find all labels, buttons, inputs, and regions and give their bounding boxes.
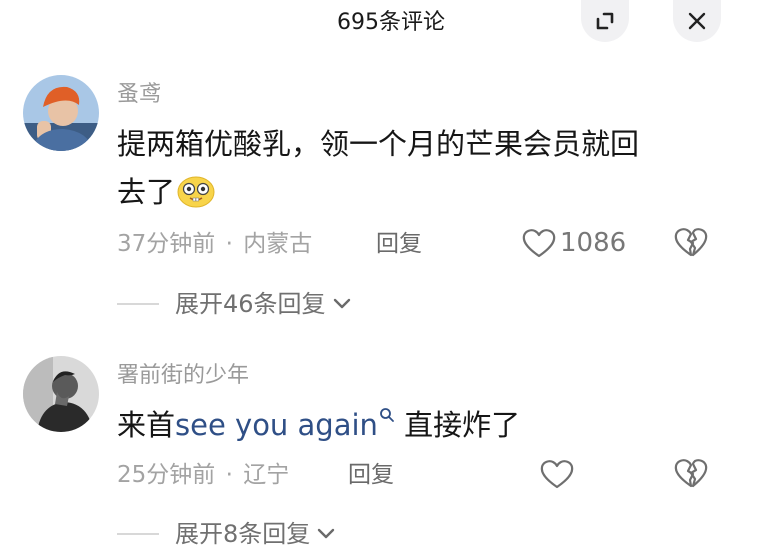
comment-username[interactable]: 蚤鸢 [117, 80, 161, 110]
chevron-down-icon [318, 528, 335, 539]
heart-icon [540, 460, 574, 489]
expand-replies-label: 展开46条回复 [175, 290, 326, 318]
meta-separator: · [225, 231, 233, 257]
divider [117, 303, 159, 305]
reply-button[interactable]: 回复 [376, 228, 422, 260]
divider [117, 533, 159, 535]
like-count: 1086 [560, 228, 627, 258]
comment-meta: 37分钟前 · 内蒙古 [117, 228, 312, 260]
emoji-face-icon [177, 174, 215, 222]
broken-heart-icon [674, 228, 708, 257]
expand-replies-button[interactable]: 展开8条回复 [117, 518, 336, 549]
comments-panel: 695条评论 蚤鸢 提两箱优酸乳，领一个月的芒果会员就回 去了 37分钟前 · … [0, 0, 782, 549]
comment-meta: 25分钟前 · 辽宁 [117, 459, 289, 491]
comment-text: 来首see you again 直接炸了 [117, 407, 521, 442]
expand-icon [596, 12, 614, 30]
dislike-button[interactable] [674, 457, 708, 491]
reply-button[interactable]: 回复 [348, 459, 394, 491]
avatar[interactable] [23, 356, 99, 432]
search-icon[interactable] [379, 407, 395, 423]
expand-replies-button[interactable]: 展开46条回复 [117, 288, 352, 320]
like-button[interactable] [540, 457, 574, 491]
comment-location: 内蒙古 [243, 231, 313, 257]
search-link[interactable]: see you again [175, 408, 378, 442]
dislike-button[interactable] [674, 226, 708, 260]
heart-icon [522, 229, 556, 258]
expand-replies-label: 展开8条回复 [175, 520, 311, 548]
like-button[interactable]: 1086 [522, 226, 626, 260]
close-icon [688, 12, 706, 30]
comment-username[interactable]: 署前街的少年 [117, 361, 249, 391]
meta-separator: · [225, 462, 233, 488]
comment-count-title: 695条评论 [337, 10, 445, 35]
comment-time: 25分钟前 [117, 462, 216, 488]
comment-text: 提两箱优酸乳，领一个月的芒果会员就回 去了 [117, 120, 707, 222]
chevron-down-icon [333, 298, 350, 309]
comment-location: 辽宁 [243, 462, 290, 488]
avatar[interactable] [23, 75, 99, 151]
broken-heart-icon [674, 459, 708, 488]
comment-time: 37分钟前 [117, 231, 216, 257]
